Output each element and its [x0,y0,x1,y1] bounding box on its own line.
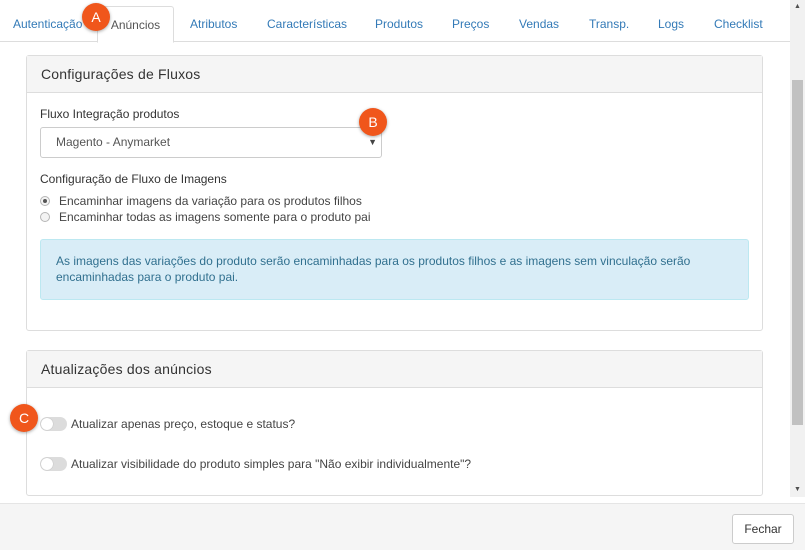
product-flow-selected-value: Magento - Anymarket [56,135,171,149]
tab-produtos[interactable]: Produtos [375,6,423,42]
annotation-marker-b: B [359,108,387,136]
modal-footer: Fechar [0,503,805,550]
tab-checklist[interactable]: Checklist [714,6,763,42]
vertical-scrollbar[interactable]: ▲ ▼ [790,0,805,497]
scroll-down-arrow-icon[interactable]: ▼ [790,483,805,497]
tab-logs[interactable]: Logs [658,6,684,42]
toggle-switch-visibility[interactable] [40,457,67,471]
annotation-marker-c: C [10,404,38,432]
scroll-up-arrow-icon[interactable]: ▲ [790,0,805,14]
radio-button-checked[interactable] [40,196,50,206]
updates-panel-title: Atualizações dos anúncios [27,351,762,388]
tab-transp[interactable]: Transp. [589,6,629,42]
product-flow-label: Fluxo Integração produtos [40,107,180,121]
tab-atributos[interactable]: Atributos [190,6,237,42]
radio-label: Encaminhar todas as imagens somente para… [59,210,371,224]
product-flow-select[interactable]: Magento - Anymarket ▼ [40,127,382,158]
flows-config-panel: Configurações de Fluxos Fluxo Integração… [26,55,763,331]
tab-precos[interactable]: Preços [452,6,489,42]
toggle-label: Atualizar apenas preço, estoque e status… [71,417,296,431]
tab-bar: Autenticação Anúncios Atributos Caracter… [0,0,790,43]
close-button[interactable]: Fechar [732,514,794,544]
toggle-knob [41,458,53,470]
annotation-marker-a: A [82,3,110,31]
tab-caracteristicas[interactable]: Características [267,6,347,42]
toggle-switch-price-stock[interactable] [40,417,67,431]
flows-panel-title: Configurações de Fluxos [27,56,762,93]
radio-button-unchecked[interactable] [40,212,50,222]
tab-autenticacao[interactable]: Autenticação [13,6,82,42]
toggle-knob [41,418,53,430]
toggle-label: Atualizar visibilidade do produto simple… [71,457,472,471]
image-flow-label: Configuração de Fluxo de Imagens [40,172,227,186]
info-alert: As imagens das variações do produto serã… [40,239,749,300]
ad-updates-panel: Atualizações dos anúncios Atualizar apen… [26,350,763,496]
radio-label: Encaminhar imagens da variação para os p… [59,194,362,208]
tab-vendas[interactable]: Vendas [519,6,559,42]
scrollbar-thumb[interactable] [792,80,803,425]
